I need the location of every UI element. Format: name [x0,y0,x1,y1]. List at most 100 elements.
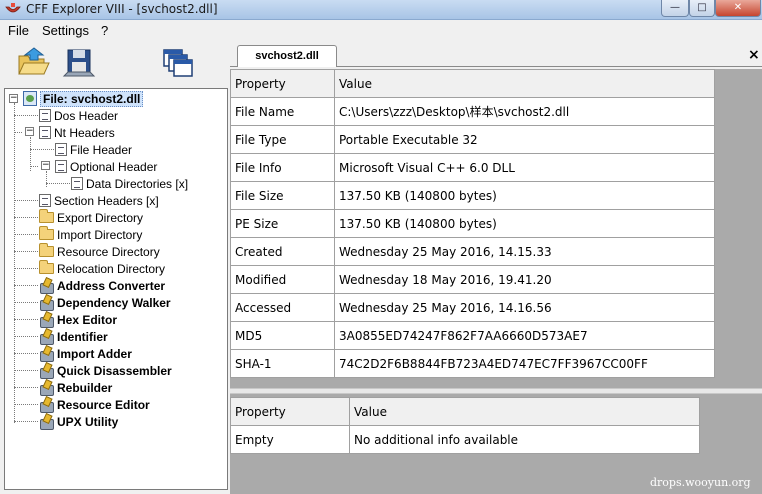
table-row[interactable]: Accessed Wednesday 25 May 2016, 14.16.56 [230,293,715,322]
tree-item-label: File Header [70,142,133,157]
tree-item-identifier[interactable]: Identifier [39,328,108,345]
property-cell: SHA-1 [230,349,335,378]
tree-item-upx-utility[interactable]: UPX Utility [39,413,118,430]
open-folder-icon[interactable] [16,46,50,80]
header-icon [55,160,67,173]
tree-root-file[interactable]: File: svchost2.dll [23,90,144,107]
menu-file[interactable]: File [8,23,29,38]
tree-item-quick-disassembler[interactable]: Quick Disassembler [39,362,172,379]
value-cell[interactable]: Portable Executable 32 [334,125,715,154]
panel-splitter[interactable] [230,388,762,394]
tree-item-dos-header[interactable]: Dos Header [39,107,118,124]
tool-icon [39,329,54,345]
value-cell[interactable]: Wednesday 25 May 2016, 14.16.56 [334,293,715,322]
table-row[interactable]: File Name C:\Users\zzz\Desktop\样本\svchost… [230,97,715,126]
value-cell[interactable]: Wednesday 25 May 2016, 14.15.33 [334,237,715,266]
table-row[interactable]: MD5 3A0855ED74247F862F7AA6660D573AE7 [230,321,715,350]
table-row[interactable]: File Size 137.50 KB (140800 bytes) [230,181,715,210]
tree-item-optional-header[interactable]: Optional Header [55,158,157,175]
menu-settings[interactable]: Settings [42,23,89,38]
header-icon [39,194,51,207]
tree-item-hex-editor[interactable]: Hex Editor [39,311,117,328]
table-row[interactable]: PE Size 137.50 KB (140800 bytes) [230,209,715,238]
tree-connector [14,336,38,337]
collapse-icon[interactable]: − [25,127,34,136]
tree-connector [14,251,38,252]
tree-item-import-directory[interactable]: Import Directory [39,226,142,243]
tool-icon [39,312,54,328]
properties-table: Property Value File Name C:\Users\zzz\Des… [230,69,715,378]
minimize-button[interactable]: — [661,0,689,17]
table-row[interactable]: File Info Microsoft Visual C++ 6.0 DLL [230,153,715,182]
toolbar [0,40,228,88]
tool-icon [39,295,54,311]
tree-item-data-directories[interactable]: Data Directories [x] [71,175,188,192]
table-row[interactable]: Created Wednesday 25 May 2016, 14.15.33 [230,237,715,266]
tree-item-label: UPX Utility [57,414,119,429]
folder-icon [39,260,54,274]
value-cell[interactable]: 137.50 KB (140800 bytes) [334,181,715,210]
tree-item-address-converter[interactable]: Address Converter [39,277,165,294]
folder-icon [39,226,54,240]
tool-icon [39,380,54,396]
column-header-property[interactable]: Property [230,69,335,98]
value-cell[interactable]: C:\Users\zzz\Desktop\样本\svchost2.dll [334,97,715,126]
tree-item-file-header[interactable]: File Header [55,141,132,158]
column-header-value[interactable]: Value [334,69,715,98]
tree-item-rebuilder[interactable]: Rebuilder [39,379,112,396]
tree-item-resource-editor[interactable]: Resource Editor [39,396,150,413]
tree-item-label: Hex Editor [57,312,118,327]
table-header-row: Property Value [230,69,715,98]
app-icon [5,3,21,13]
tree-item-section-headers[interactable]: Section Headers [x] [39,192,159,209]
tab-svchost2[interactable]: svchost2.dll [237,45,337,67]
tree-item-export-directory[interactable]: Export Directory [39,209,143,226]
table-row[interactable]: Empty No additional info available [230,425,700,454]
value-cell[interactable]: Wednesday 18 May 2016, 19.41.20 [334,265,715,294]
windows-icon[interactable] [160,46,194,80]
table-row[interactable]: File Type Portable Executable 32 [230,125,715,154]
tab-close-icon[interactable]: × [748,47,760,63]
close-button[interactable]: ✕ [715,0,761,17]
tree-item-resource-directory[interactable]: Resource Directory [39,243,160,260]
property-cell: MD5 [230,321,335,350]
value-cell[interactable]: 137.50 KB (140800 bytes) [334,209,715,238]
column-header-value[interactable]: Value [349,397,700,426]
tree-connector [14,234,38,235]
tree-item-label: Dos Header [54,108,119,123]
tree-item-import-adder[interactable]: Import Adder [39,345,132,362]
tree-connector [14,302,38,303]
header-icon [55,143,67,156]
property-cell: Modified [230,265,335,294]
column-header-property[interactable]: Property [230,397,350,426]
collapse-icon[interactable]: − [41,161,50,170]
save-disk-icon[interactable] [62,46,96,80]
maximize-button[interactable]: □ [689,0,715,17]
tree-item-label: Address Converter [57,278,166,293]
tree-item-dependency-walker[interactable]: Dependency Walker [39,294,171,311]
tool-icon [39,346,54,362]
value-cell[interactable]: 3A0855ED74247F862F7AA6660D573AE7 [334,321,715,350]
table-row[interactable]: Modified Wednesday 18 May 2016, 19.41.20 [230,265,715,294]
value-cell[interactable]: 74C2D2F6B8844FB723A4ED747EC7FF3967CC00FF [334,349,715,378]
menu-help[interactable]: ? [101,23,108,38]
title-bar: CFF Explorer VIII - [svchost2.dll] — □ ✕ [0,0,762,20]
value-cell[interactable]: Microsoft Visual C++ 6.0 DLL [334,153,715,182]
collapse-icon[interactable]: − [9,94,18,103]
tree-item-label: Section Headers [x] [54,193,159,208]
property-cell: PE Size [230,209,335,238]
watermark: drops.wooyun.org [650,476,751,489]
tree-connector [14,103,15,423]
tree-connector [14,387,38,388]
header-icon [71,177,83,190]
tree-connector [14,115,38,116]
window-title: CFF Explorer VIII - [svchost2.dll] [26,2,218,16]
folder-icon [39,243,54,257]
tool-icon [39,278,54,294]
header-icon [39,126,51,139]
tool-icon [39,397,54,413]
tree-item-nt-headers[interactable]: Nt Headers [39,124,115,141]
menu-bar: File Settings ? [0,20,762,40]
tree-item-relocation-directory[interactable]: Relocation Directory [39,260,165,277]
table-row[interactable]: SHA-1 74C2D2F6B8844FB723A4ED747EC7FF3967C… [230,349,715,378]
